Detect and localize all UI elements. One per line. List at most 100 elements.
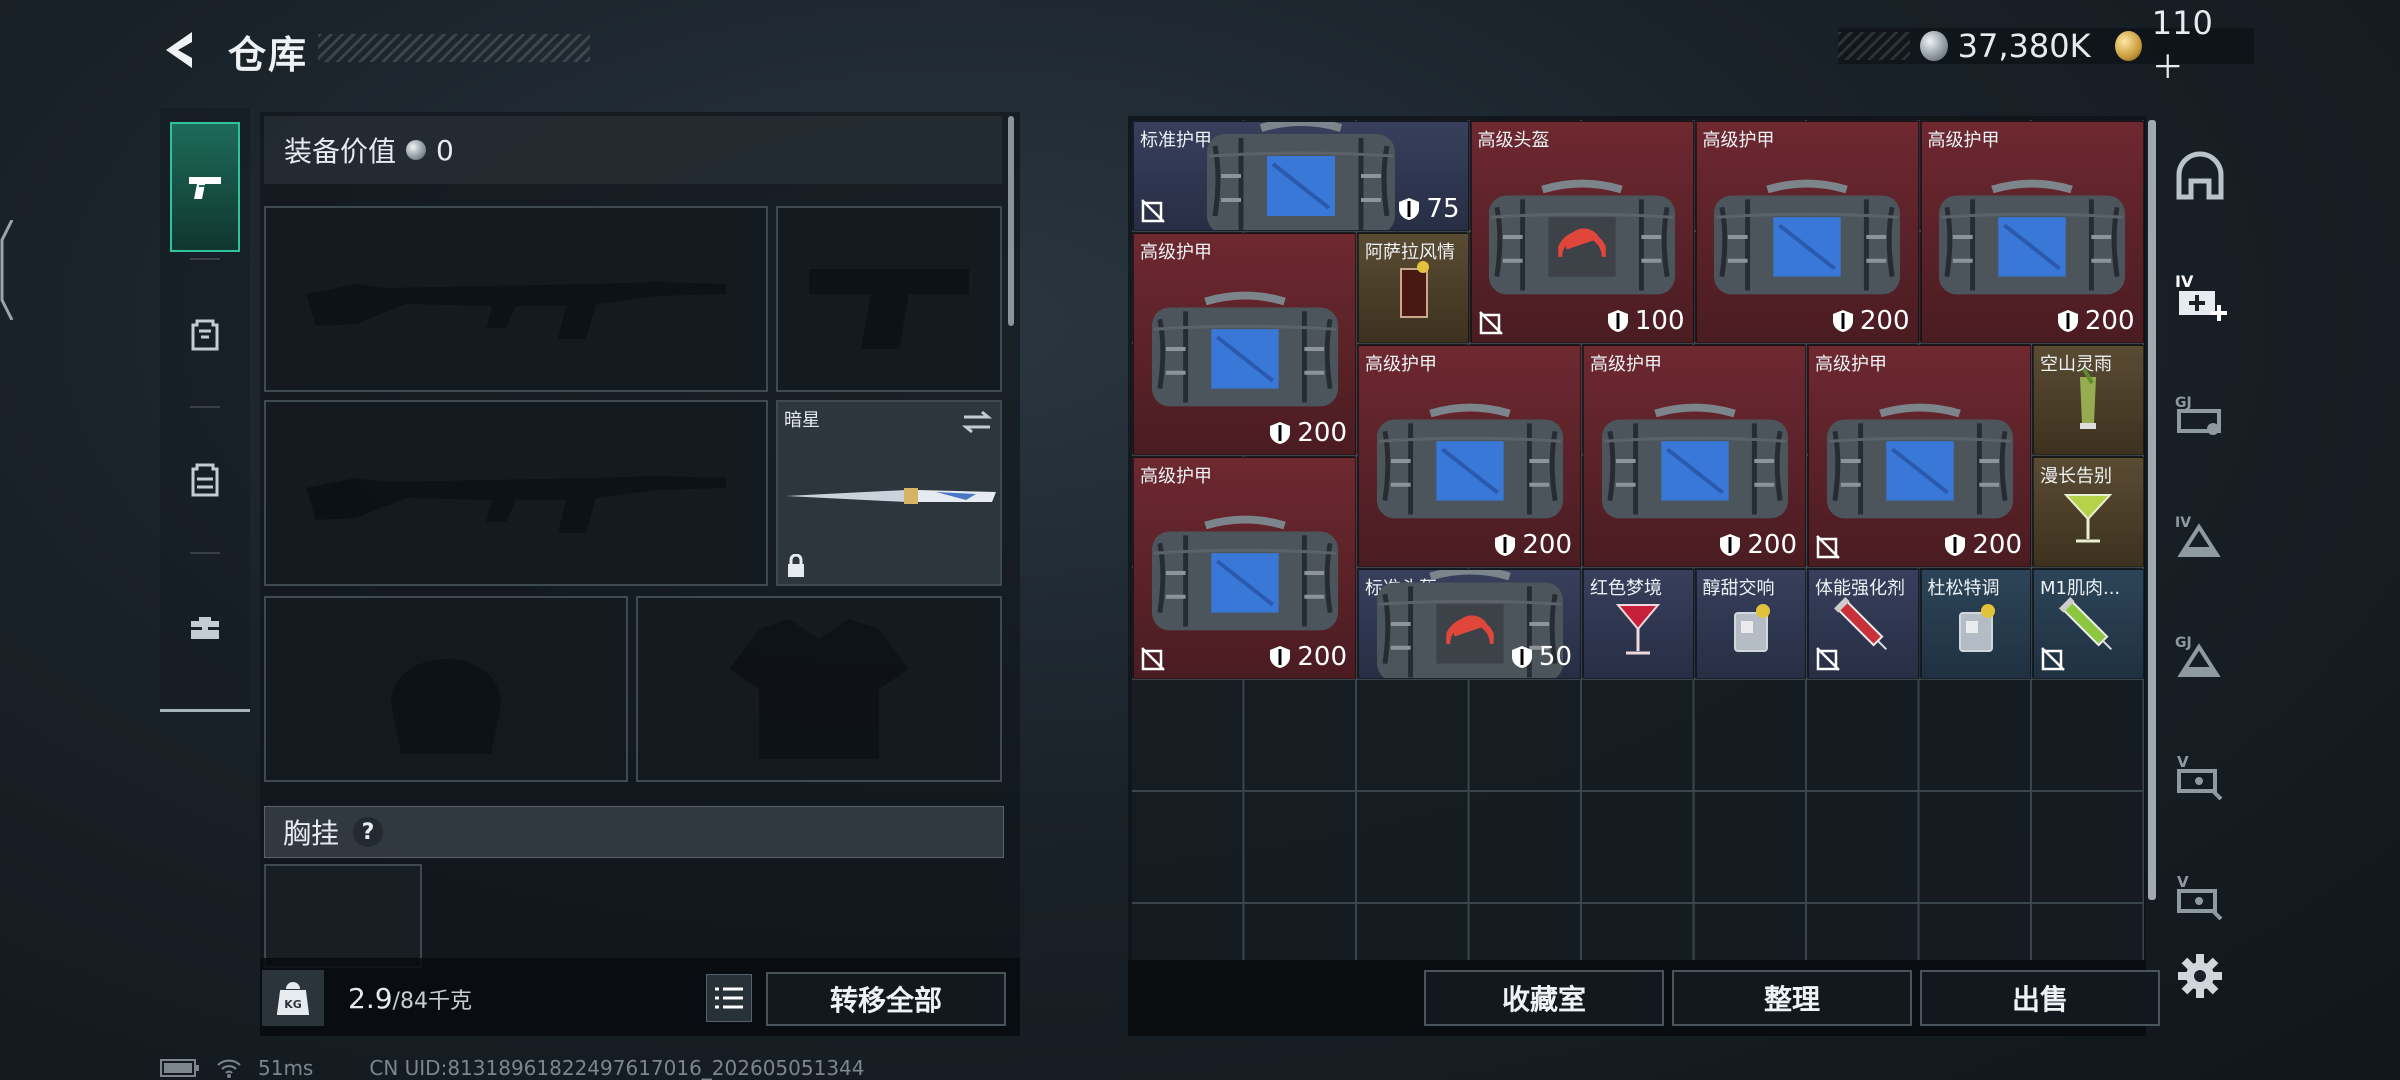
durability-value: 200: [1494, 530, 1572, 560]
toolbox-icon: [191, 617, 219, 639]
item-name: 高级护甲: [1702, 130, 1775, 151]
inventory-item[interactable]: 阿萨拉风情: [1358, 233, 1469, 343]
no-insure-icon: [1816, 535, 1840, 559]
tab-backpack[interactable]: [170, 268, 240, 398]
melee-name: 暗星: [784, 410, 820, 431]
armor-case-icon: [1708, 177, 1906, 304]
helmet-case-icon: [1483, 177, 1681, 304]
durability-value: 200: [2057, 306, 2135, 336]
inventory-item[interactable]: 高级头盔 100: [1470, 121, 1694, 343]
item-name: 高级护甲: [1927, 130, 2000, 151]
durability-shield-icon: [1270, 422, 1291, 444]
svg-text:IV: IV: [2175, 515, 2191, 531]
durability-value: 200: [1269, 418, 1347, 448]
collection-room-button[interactable]: 收藏室: [1424, 970, 1664, 1026]
backpack-icon: [191, 319, 219, 351]
sort-button[interactable]: 整理: [1672, 970, 1912, 1026]
durability-value: 200: [1832, 306, 1910, 336]
secondary-weapon-slot[interactable]: [264, 400, 768, 586]
armor-case-icon: [1201, 122, 1401, 230]
no-insure-icon: [1141, 647, 1165, 671]
lock-icon: [788, 554, 804, 577]
inventory-item[interactable]: 标准护甲 75: [1133, 121, 1469, 231]
gold-currency-value[interactable]: 110＋: [2152, 4, 2236, 88]
title-decoration: [318, 34, 590, 62]
inventory-item[interactable]: 标准头盔50: [1358, 569, 1581, 679]
durability-shield-icon: [1399, 198, 1420, 220]
drink-martini-icon: [2058, 479, 2118, 553]
durability-shield-icon: [1511, 646, 1532, 668]
armor-case-icon: [1596, 401, 1794, 528]
carry-weight: 2.9/84千克: [348, 982, 472, 1015]
inventory-item[interactable]: 高级护甲 200: [1920, 121, 2144, 343]
tab-chest-rig[interactable]: [170, 414, 240, 544]
svg-text:IV: IV: [2175, 272, 2194, 291]
no-insure-icon: [2041, 647, 2065, 671]
inventory-item[interactable]: M1肌肉...: [2033, 569, 2144, 679]
back-arrow-icon[interactable]: [156, 26, 204, 74]
safehouse-icon: [2176, 151, 2224, 200]
durability-number: 75: [1426, 194, 1460, 224]
inventory-item[interactable]: 空山灵雨: [2033, 345, 2144, 455]
settings-gear-icon[interactable]: [2176, 952, 2224, 1000]
swap-icon[interactable]: [962, 410, 992, 434]
inventory-item[interactable]: 杜松特调: [1920, 569, 2031, 679]
list-view-button[interactable]: [706, 974, 752, 1022]
armor-case-icon: [1933, 177, 2131, 304]
inventory-item[interactable]: 高级护甲 200: [1133, 457, 1356, 679]
chest-rig-slot[interactable]: [264, 864, 422, 968]
tab-weapons[interactable]: [170, 122, 240, 252]
no-insure-icon: [1816, 647, 1840, 671]
primary-weapon-slot[interactable]: [264, 206, 768, 392]
inventory-item[interactable]: 体能强化剂: [1808, 569, 1919, 679]
armor-case-icon: [1146, 289, 1344, 416]
tier5-key-button-2[interactable]: V: [2168, 866, 2232, 926]
drink-red-icon: [1608, 591, 1668, 665]
help-icon[interactable]: ?: [353, 817, 384, 847]
helmet-silhouette-icon: [391, 659, 501, 754]
durability-number: 50: [1538, 642, 1572, 672]
tier5-key-button[interactable]: V: [2168, 746, 2232, 806]
durability-number: 200: [1522, 530, 1572, 560]
armor-slot[interactable]: [636, 596, 1002, 782]
tier-armor-icon: GJ: [2175, 635, 2221, 677]
sidearm-slot[interactable]: [776, 206, 1002, 392]
tier4-armor-button[interactable]: IV: [2168, 506, 2232, 566]
inventory-item[interactable]: 高级护甲 200: [1583, 345, 1806, 567]
sell-button[interactable]: 出售: [1920, 970, 2160, 1026]
durability-shield-icon: [1495, 534, 1516, 556]
drink-green-icon: [2058, 367, 2118, 441]
helmet-slot[interactable]: [264, 596, 628, 782]
equipment-category-tabs: [160, 108, 250, 712]
inventory-item[interactable]: 漫长告别: [2033, 457, 2144, 567]
battery-icon: [160, 1059, 199, 1077]
armor-silhouette-icon: [729, 619, 909, 759]
inventory-item[interactable]: 高级护甲 200: [1695, 121, 1919, 343]
safehouse-button[interactable]: [2168, 148, 2232, 208]
durability-shield-icon: [1270, 646, 1291, 668]
syringe-red-icon: [1833, 591, 1893, 665]
inventory-item[interactable]: 醇甜交响: [1695, 569, 1806, 679]
durability-shield-icon: [1832, 310, 1853, 332]
item-name: 高级头盔: [1477, 130, 1550, 151]
durability-shield-icon: [1945, 534, 1966, 556]
chest-rig-header: 胸挂 ?: [264, 806, 1004, 858]
add-medkit-button[interactable]: IV: [2168, 266, 2232, 326]
durability-number: 200: [2084, 306, 2135, 336]
equipment-scrollbar[interactable]: [1008, 116, 1014, 326]
transfer-all-button[interactable]: 转移全部: [766, 972, 1006, 1026]
no-insure-icon: [1141, 199, 1165, 223]
tier5-key-icon: V: [2177, 753, 2223, 801]
inventory-item[interactable]: 红色梦境: [1583, 569, 1694, 679]
tier-armor-button[interactable]: GJ: [2168, 626, 2232, 686]
inventory-item[interactable]: 高级护甲 200: [1808, 345, 2031, 567]
durability-number: 200: [1972, 530, 2022, 560]
melee-slot[interactable]: 暗星: [776, 400, 1002, 586]
inventory-item[interactable]: 高级护甲 200: [1358, 345, 1581, 567]
inventory-item[interactable]: 高级护甲 200: [1133, 233, 1356, 455]
tab-case[interactable]: [170, 562, 240, 692]
durability-value: 50: [1511, 642, 1572, 672]
inventory-scrollbar[interactable]: [2148, 120, 2156, 900]
tier-stack-button[interactable]: GJ: [2168, 386, 2232, 446]
durability-number: 200: [1297, 418, 1347, 448]
